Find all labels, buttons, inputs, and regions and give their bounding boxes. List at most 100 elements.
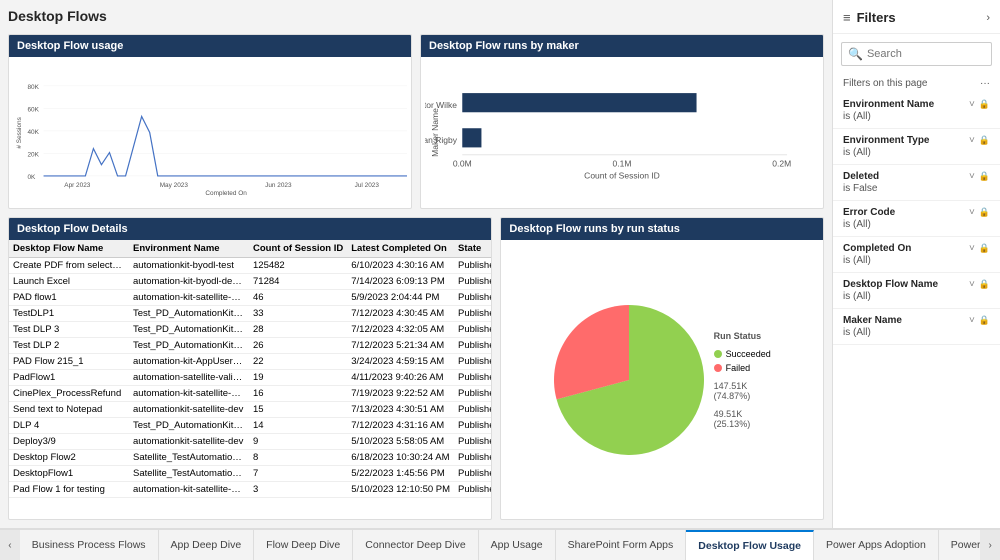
y-label-80k: 80K <box>27 84 39 91</box>
col-latest-completed: Latest Completed On <box>347 240 454 258</box>
tab-app-usage[interactable]: App Usage <box>479 530 556 560</box>
filter-item-3[interactable]: Error Code ˅ 🔒 is (All) <box>833 201 1000 237</box>
filter-value-6: is (All) <box>843 327 990 338</box>
table-row[interactable]: DesktopFlow1Satellite_TestAutomationKIT7… <box>9 466 491 482</box>
maker-y-title: Maker Name <box>430 108 440 157</box>
table-cell-14-1: automation-kit-satellite-dev <box>129 482 249 498</box>
filter-chevron-2[interactable]: ˅ <box>969 171 975 182</box>
tab-business-process-flows[interactable]: Business Process Flows <box>20 530 159 560</box>
filter-chevron-1[interactable]: ˅ <box>969 135 975 146</box>
filter-chevron-5[interactable]: ˅ <box>969 279 975 290</box>
filter-header-5: Desktop Flow Name ˅ 🔒 <box>843 279 990 290</box>
details-card-header: Desktop Flow Details <box>9 218 491 240</box>
filters-expand-icon[interactable]: › <box>986 12 990 24</box>
legend-succeeded: Succeeded <box>714 349 771 359</box>
table-row[interactable]: DLP 4Test_PD_AutomationKit_Satellite147/… <box>9 418 491 434</box>
table-cell-13-3: 5/22/2023 1:45:56 PM <box>347 466 454 482</box>
table-cell-7-1: automation-satellite-validation <box>129 370 249 386</box>
table-cell-8-3: 7/19/2023 9:22:52 AM <box>347 386 454 402</box>
search-input[interactable] <box>867 48 985 60</box>
nathan-bar <box>462 128 481 147</box>
table-cell-1-4: Published <box>454 274 491 290</box>
table-cell-7-0: PadFlow1 <box>9 370 129 386</box>
filter-lock-2: 🔒 <box>979 171 990 182</box>
table-row[interactable]: Pad Flow 1 for testingautomation-kit-sat… <box>9 482 491 498</box>
table-cell-1-0: Launch Excel <box>9 274 129 290</box>
table-cell-9-0: Send text to Notepad <box>9 402 129 418</box>
filter-item-2[interactable]: Deleted ˅ 🔒 is False <box>833 165 1000 201</box>
tab-power[interactable]: Power <box>939 530 980 560</box>
table-cell-14-4: Published <box>454 482 491 498</box>
table-cell-8-2: 16 <box>249 386 347 402</box>
table-cell-6-4: Published <box>454 354 491 370</box>
table-row[interactable]: Send text to Notepadautomationkit-satell… <box>9 402 491 418</box>
table-row[interactable]: Deploy3/9automationkit-satellite-dev95/1… <box>9 434 491 450</box>
table-cell-4-2: 28 <box>249 322 347 338</box>
table-cell-3-3: 7/12/2023 4:30:45 AM <box>347 306 454 322</box>
filter-items-container: Environment Name ˅ 🔒 is (All) Environmen… <box>833 93 1000 528</box>
table-cell-9-4: Published <box>454 402 491 418</box>
details-card: Desktop Flow Details Desktop Flow Name E… <box>8 217 492 520</box>
table-cell-12-2: 8 <box>249 450 347 466</box>
usage-chart: 80K 60K 40K 20K 0K # Sessions <box>13 61 407 204</box>
tab-power-apps-adoption[interactable]: Power Apps Adoption <box>814 530 939 560</box>
pie-labels: Run Status Succeeded Failed 147.51K( <box>714 331 771 429</box>
filter-label-4: Completed On <box>843 243 911 254</box>
filter-item-1[interactable]: Environment Type ˅ 🔒 is (All) <box>833 129 1000 165</box>
filter-chevron-3[interactable]: ˅ <box>969 207 975 218</box>
filter-controls-2: ˅ 🔒 <box>969 171 990 182</box>
table-scroll[interactable]: Desktop Flow Name Environment Name Count… <box>9 240 491 515</box>
filter-item-4[interactable]: Completed On ˅ 🔒 is (All) <box>833 237 1000 273</box>
pie-chart <box>554 305 704 455</box>
filter-header-2: Deleted ˅ 🔒 <box>843 171 990 182</box>
filter-chevron-6[interactable]: ˅ <box>969 315 975 326</box>
tab-flow-deep-dive[interactable]: Flow Deep Dive <box>254 530 353 560</box>
table-row[interactable]: Launch Excelautomation-kit-byodl-demo712… <box>9 274 491 290</box>
tab-nav-right[interactable]: › <box>980 530 1000 560</box>
table-row[interactable]: PAD flow1automation-kit-satellite-dev465… <box>9 290 491 306</box>
table-cell-11-1: automationkit-satellite-dev <box>129 434 249 450</box>
filter-item-6[interactable]: Maker Name ˅ 🔒 is (All) <box>833 309 1000 345</box>
table-cell-3-0: TestDLP1 <box>9 306 129 322</box>
filters-more-icon[interactable]: ··· <box>980 78 990 89</box>
table-cell-1-2: 71284 <box>249 274 347 290</box>
table-row[interactable]: CinePlex_ProcessRefundautomation-kit-sat… <box>9 386 491 402</box>
table-cell-0-4: Published <box>454 258 491 274</box>
table-row[interactable]: Test DLP 3Test_PD_AutomationKit_Satellit… <box>9 322 491 338</box>
table-row[interactable]: TestDLP1Test_PD_AutomationKit_Satellite3… <box>9 306 491 322</box>
filters-panel: ≡ Filters › 🔍 Filters on this page ··· E… <box>832 0 1000 528</box>
table-row[interactable]: Desktop Flow2Satellite_TestAutomationKIT… <box>9 450 491 466</box>
table-cell-11-4: Published <box>454 434 491 450</box>
filter-item-5[interactable]: Desktop Flow Name ˅ 🔒 is (All) <box>833 273 1000 309</box>
y-label-0k: 0K <box>27 174 36 181</box>
table-cell-5-0: Test DLP 2 <box>9 338 129 354</box>
tab-sharepoint-form-apps[interactable]: SharePoint Form Apps <box>556 530 687 560</box>
filter-chevron-0[interactable]: ˅ <box>969 99 975 110</box>
table-cell-7-3: 4/11/2023 9:40:26 AM <box>347 370 454 386</box>
tab-nav-left[interactable]: ‹ <box>0 530 20 560</box>
tab-app-deep-dive[interactable]: App Deep Dive <box>159 530 255 560</box>
table-row[interactable]: PAD Flow 215_1automation-kit-AppUserCrea… <box>9 354 491 370</box>
usage-card-header: Desktop Flow usage <box>9 35 411 57</box>
search-box[interactable]: 🔍 <box>841 42 992 66</box>
failed-label: Failed <box>726 363 751 373</box>
tab-connector-deep-dive[interactable]: Connector Deep Dive <box>353 530 478 560</box>
runs-maker-card: Desktop Flow runs by maker Maker Name Ne… <box>420 34 824 209</box>
col-state: State <box>454 240 491 258</box>
tab-desktop-flow-usage[interactable]: Desktop Flow Usage <box>686 530 814 560</box>
filters-title: Filters <box>857 10 981 25</box>
tabs-container: Business Process FlowsApp Deep DiveFlow … <box>20 530 981 560</box>
table-row[interactable]: PadFlow1automation-satellite-validation1… <box>9 370 491 386</box>
filter-controls-3: ˅ 🔒 <box>969 207 990 218</box>
table-cell-0-3: 6/10/2023 4:30:16 AM <box>347 258 454 274</box>
filter-value-0: is (All) <box>843 111 990 122</box>
details-card-body: Desktop Flow Name Environment Name Count… <box>9 240 491 519</box>
table-row[interactable]: Test DLP 2Test_PD_AutomationKit_Satellit… <box>9 338 491 354</box>
table-row[interactable]: Create PDF from selected PDF page(s) - C… <box>9 258 491 274</box>
filter-chevron-4[interactable]: ˅ <box>969 243 975 254</box>
table-cell-2-0: PAD flow1 <box>9 290 129 306</box>
filter-item-0[interactable]: Environment Name ˅ 🔒 is (All) <box>833 93 1000 129</box>
filter-controls-5: ˅ 🔒 <box>969 279 990 290</box>
table-cell-10-0: DLP 4 <box>9 418 129 434</box>
filter-value-3: is (All) <box>843 219 990 230</box>
